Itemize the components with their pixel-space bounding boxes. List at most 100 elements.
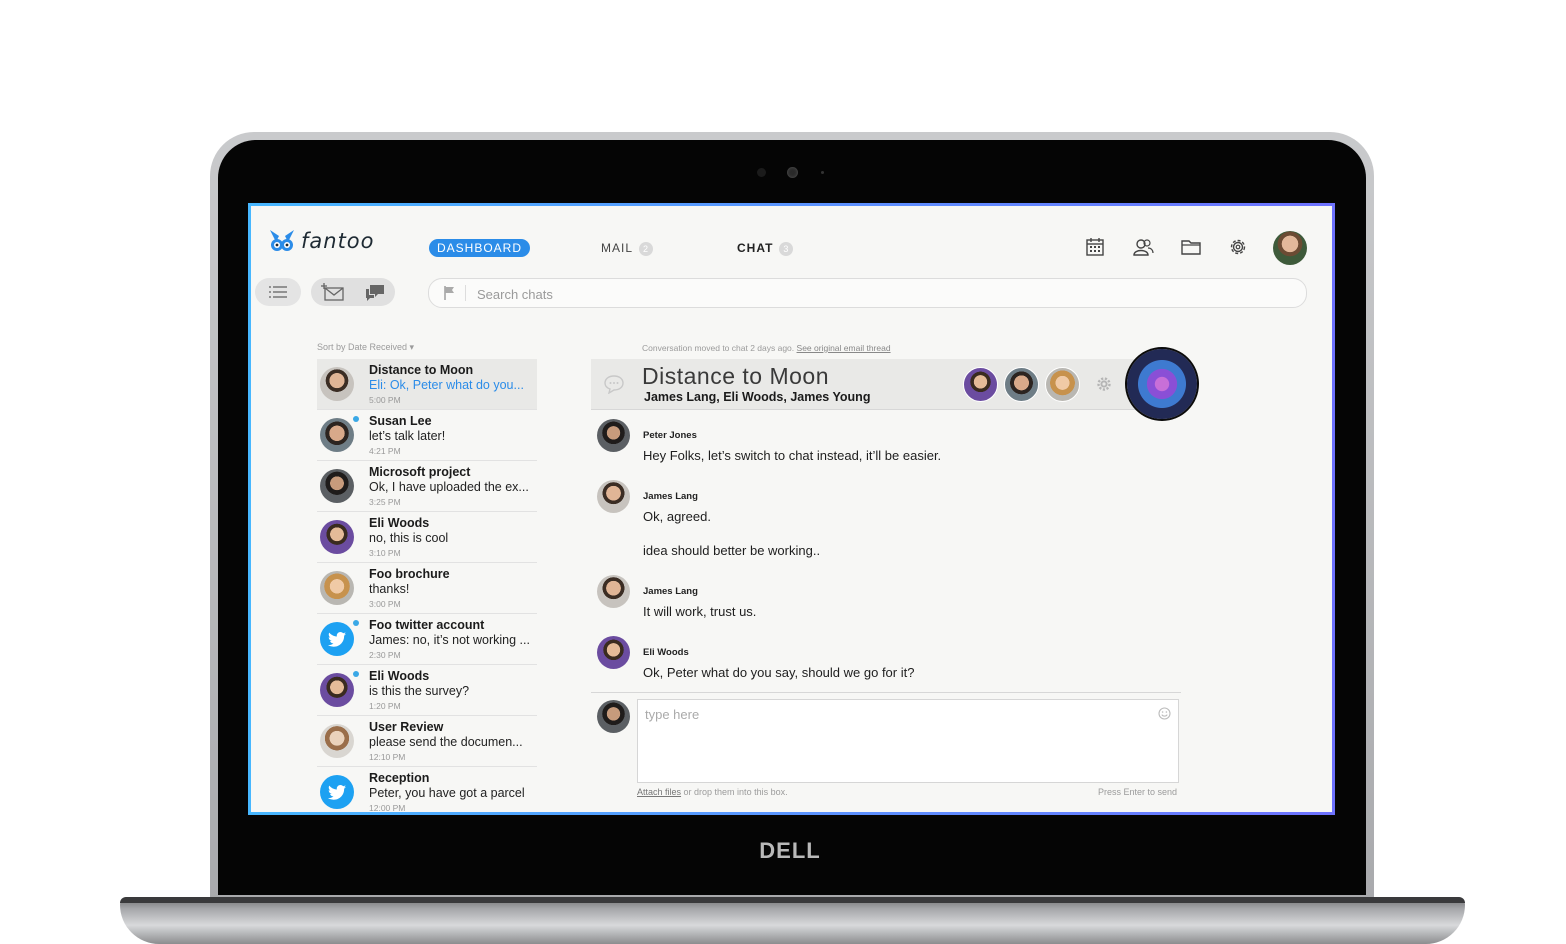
member-avatar[interactable] (1004, 367, 1039, 402)
conversation-item[interactable]: Distance to Moon Eli: Ok, Peter what do y… (317, 359, 537, 410)
message-avatar (597, 575, 630, 608)
conversation-avatar (320, 724, 354, 758)
conversation-title: User Review (369, 720, 444, 734)
conversation-time: 12:00 PM (369, 803, 406, 812)
unread-dot (353, 671, 359, 677)
brand-name: fantoo (301, 229, 375, 253)
twitter-icon (328, 784, 346, 800)
conversation-preview: Eli: Ok, Peter what do you... (369, 378, 524, 392)
chat-settings-icon[interactable] (1096, 376, 1112, 392)
moved-notice: Conversation moved to chat 2 days ago. S… (642, 343, 891, 353)
conversation-avatar (320, 418, 354, 452)
member-avatar[interactable] (963, 367, 998, 402)
contacts-icon[interactable] (1132, 236, 1154, 258)
conversation-avatar (320, 367, 354, 401)
search-bar (428, 278, 1307, 308)
settings-icon[interactable] (1227, 236, 1249, 258)
enter-hint: Press Enter to send (1098, 787, 1178, 797)
conversation-preview: thanks! (369, 582, 410, 596)
conversation-time: 3:00 PM (369, 599, 401, 609)
conversation-title: Eli Woods (369, 669, 430, 683)
message-author: James Lang (643, 586, 698, 597)
message-author: Peter Jones (643, 430, 697, 441)
sort-dropdown[interactable]: Sort by Date Received ▾ (317, 342, 414, 353)
conversation-preview: let’s talk later! (369, 429, 446, 443)
conversation-preview: Ok, I have uploaded the ex... (369, 480, 529, 494)
message-text: idea should better be working.. (643, 543, 821, 558)
search-divider (465, 285, 466, 301)
compose-toolbar (311, 278, 395, 306)
conversation-avatar (320, 673, 354, 707)
flag-icon[interactable] (443, 285, 457, 301)
attach-hint-text: or drop them into this box. (681, 787, 788, 797)
message-text: Ok, Peter what do you say, should we go … (643, 665, 915, 680)
calendar-icon[interactable] (1084, 236, 1106, 258)
attach-files-link[interactable]: Attach files (637, 787, 681, 797)
conversation-time: 1:20 PM (369, 701, 401, 711)
conversation-avatar (320, 520, 354, 554)
emoji-icon[interactable] (1158, 707, 1171, 720)
message-text: It will work, trust us. (643, 604, 757, 619)
conversation-preview: no, this is cool (369, 531, 449, 545)
mail-count-badge: 2 (639, 241, 654, 256)
original-thread-link[interactable]: See original email thread (797, 343, 891, 353)
message-avatar (597, 636, 630, 669)
nav-dashboard[interactable]: DASHBOARD (429, 239, 531, 257)
conversation-list: Distance to Moon Eli: Ok, Peter what do y… (317, 359, 537, 812)
new-mail-icon[interactable] (320, 282, 345, 302)
conversation-avatar (320, 571, 354, 605)
camera-light (821, 171, 824, 174)
message-avatar (597, 480, 630, 513)
conversation-title: Microsoft project (369, 465, 471, 479)
message-author: James Lang (643, 491, 698, 502)
conversation-title: Foo twitter account (369, 618, 485, 632)
compose-divider (591, 692, 1181, 693)
list-view-button[interactable] (255, 278, 301, 306)
new-chat-icon[interactable] (364, 282, 386, 302)
list-icon (269, 286, 287, 298)
attach-hint: Attach files or drop them into this box. (637, 787, 788, 797)
nav-mail[interactable]: MAIL 2 (601, 241, 654, 256)
conversation-item[interactable]: User Review please send the documen... 12:… (317, 716, 537, 767)
conversation-item[interactable]: Foo brochure thanks! 3:00 PM (317, 563, 537, 614)
moved-notice-text: Conversation moved to chat 2 days ago. (642, 343, 795, 353)
chat-header: Distance to Moon James Lang, Eli Woods, … (591, 359, 1181, 410)
nav-chat[interactable]: CHAT 3 (737, 241, 794, 256)
conversation-title: Susan Lee (369, 414, 432, 428)
conversation-time: 2:30 PM (369, 650, 401, 660)
conversation-item[interactable]: Foo twitter account James: no, it’s not w… (317, 614, 537, 665)
message-input[interactable] (643, 705, 1147, 779)
conversation-preview: is this the survey? (369, 684, 470, 698)
conversation-avatar (320, 469, 354, 503)
conversation-title: Reception (369, 771, 430, 785)
screen: fantoo DASHBOARD MAIL 2 CHAT 3 Search ch… (248, 203, 1335, 815)
webcam (787, 167, 798, 178)
conversation-item[interactable]: Susan Lee let’s talk later! 4:21 PM (317, 410, 537, 461)
nav-mail-label: MAIL (601, 241, 634, 255)
user-avatar[interactable] (1273, 231, 1307, 265)
twitter-avatar (320, 775, 354, 809)
conversation-item[interactable]: Microsoft project Ok, I have uploaded the… (317, 461, 537, 512)
message-text: Hey Folks, let’s switch to chat instead,… (643, 448, 942, 463)
dell-logo: DELL (759, 838, 821, 863)
chat-count-badge: 3 (779, 241, 794, 256)
member-avatar[interactable] (1045, 367, 1080, 402)
conversation-item[interactable]: Eli Woods no, this is cool 3:10 PM (317, 512, 537, 563)
message-avatar (597, 419, 630, 452)
conversation-item[interactable]: Eli Woods is this the survey? 1:20 PM (317, 665, 537, 716)
twitter-avatar (320, 622, 354, 656)
unread-dot (353, 620, 359, 626)
search-input[interactable] (475, 283, 1259, 305)
conversation-title: Eli Woods (369, 516, 430, 530)
message-author: Eli Woods (643, 647, 689, 658)
conversation-time: 4:21 PM (369, 446, 401, 456)
conversation-time: 3:25 PM (369, 497, 401, 507)
conversation-item[interactable]: Reception Peter, you have got a parcel 12:… (317, 767, 537, 812)
chat-members: James Lang, Eli Woods, James Young (644, 390, 871, 404)
conversation-preview: Peter, you have got a parcel (369, 786, 525, 800)
laptop-hinge (120, 897, 1465, 903)
group-photo[interactable] (1127, 349, 1197, 419)
compose-box (637, 699, 1179, 783)
brand[interactable]: fantoo (267, 226, 375, 256)
folder-icon[interactable] (1180, 236, 1202, 258)
